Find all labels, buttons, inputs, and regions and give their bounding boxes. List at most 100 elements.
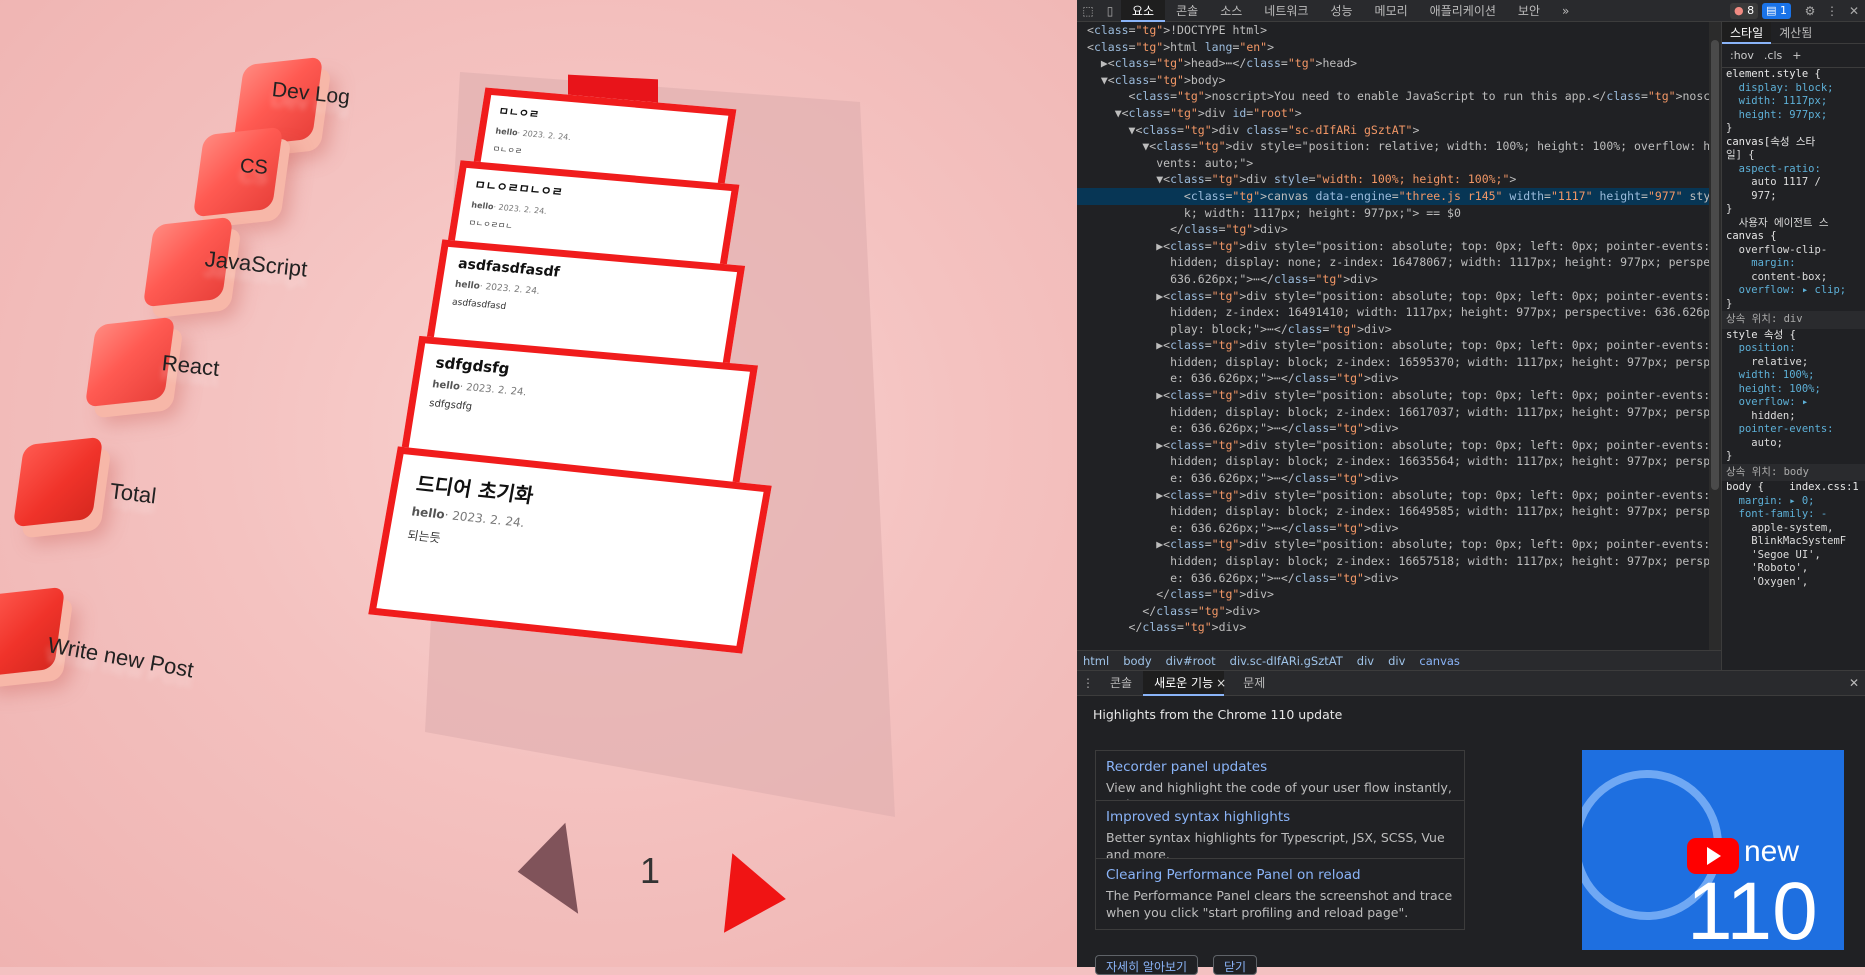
dom-tree-line[interactable]: hidden; display: block; z-index: 1665751…	[1077, 553, 1709, 570]
close-devtools-icon[interactable]: ✕	[1843, 0, 1865, 22]
dom-tree-line[interactable]: ▼<class="tg">div style="width: 100%; hei…	[1077, 171, 1709, 188]
device-toolbar-icon[interactable]: ▯	[1099, 0, 1121, 22]
style-rule-line: }	[1726, 203, 1733, 215]
breadcrumb-item[interactable]: div	[1357, 654, 1374, 668]
dom-tree-line[interactable]: e: 636.626px;">⋯</class="tg">div>	[1077, 370, 1709, 387]
feature-card[interactable]: Clearing Performance Panel on reload The …	[1095, 858, 1465, 930]
dom-tree-line[interactable]: e: 636.626px;">⋯</class="tg">div>	[1077, 420, 1709, 437]
menu-cube-5[interactable]	[0, 586, 66, 678]
chrome-110-promo-video[interactable]: new 110	[1582, 750, 1844, 950]
styles-tab-0[interactable]: 스타일	[1722, 22, 1772, 44]
dom-tree-line[interactable]: ▼<class="tg">div style="position: relati…	[1077, 138, 1709, 155]
elements-scroll-thumb[interactable]	[1711, 40, 1719, 490]
tab-4[interactable]: 성능	[1319, 0, 1363, 22]
dom-tree-line[interactable]: <class="tg">noscript>You need to enable …	[1077, 88, 1709, 105]
tab-3[interactable]: 네트워크	[1253, 0, 1319, 22]
learn-more-button[interactable]: 자세히 알아보기	[1095, 955, 1199, 975]
feature-title[interactable]: Recorder panel updates	[1106, 759, 1454, 775]
more-tabs-button[interactable]: »	[1551, 0, 1580, 22]
feature-title[interactable]: Improved syntax highlights	[1106, 809, 1454, 825]
style-rule-line: }	[1726, 297, 1733, 310]
close-button[interactable]: 닫기	[1213, 955, 1258, 975]
tab-2[interactable]: 소스	[1209, 0, 1253, 22]
styles-tab-1[interactable]: 계산됨	[1771, 22, 1820, 44]
three-canvas-scene[interactable]: Dev Log CS JavaScript React Total Write new P…	[0, 0, 1077, 967]
dom-tree-line[interactable]: ▼<class="tg">body>	[1077, 72, 1709, 89]
breadcrumb-item[interactable]: div#root	[1166, 654, 1216, 668]
feature-title[interactable]: Clearing Performance Panel on reload	[1106, 867, 1454, 883]
dom-tree-line[interactable]: ▶<class="tg">head>⋯</class="tg">head>	[1077, 55, 1709, 72]
dom-tree-line[interactable]: play: block;">⋯</class="tg">div>	[1077, 321, 1709, 338]
breadcrumb-item[interactable]: body	[1123, 654, 1151, 668]
drawer-tab-1[interactable]: 새로운 기능	[1143, 670, 1225, 696]
style-rule-line: body { index.css:1	[1726, 481, 1859, 493]
breadcrumb: html body div#root div.sc-dIfARi.gSztAT div d…	[1077, 650, 1721, 670]
message-count-badge[interactable]: ▤ 1	[1762, 2, 1791, 19]
menu-label-1[interactable]: CS	[239, 155, 268, 180]
menu-label-3[interactable]: React	[161, 350, 221, 382]
next-page-arrow-icon[interactable]	[723, 853, 791, 939]
dom-tree-line[interactable]: e: 636.626px;">⋯</class="tg">div>	[1077, 520, 1709, 537]
styles-filter-button[interactable]: .cls	[1764, 49, 1782, 62]
breadcrumb-item[interactable]: html	[1083, 654, 1109, 668]
dom-tree-line[interactable]: <class="tg">canvas data-engine="three.js…	[1077, 187, 1709, 205]
menu-label-4[interactable]: Total	[108, 478, 158, 509]
dom-tree-line[interactable]: e: 636.626px;">⋯</class="tg">div>	[1077, 470, 1709, 487]
style-rule-line: 상속 위치: div	[1722, 311, 1865, 329]
elements-dom-tree[interactable]: <class="tg">!DOCTYPE html> <class="tg">ht…	[1077, 22, 1709, 650]
dom-tree-line[interactable]: hidden; display: block; z-index: 1663556…	[1077, 453, 1709, 470]
dom-tree-line[interactable]: ▶<class="tg">div style="position: absolu…	[1077, 387, 1709, 404]
dom-tree-line[interactable]: e: 636.626px;">⋯</class="tg">div>	[1077, 570, 1709, 587]
dom-tree-line[interactable]: ▶<class="tg">div style="position: absolu…	[1077, 437, 1709, 454]
dom-tree-line[interactable]: ▼<class="tg">div class="sc-dIfARi gSztAT…	[1077, 122, 1709, 139]
style-rule-line: content-box;	[1726, 270, 1828, 283]
drawer-tab-0[interactable]: 콘솔	[1099, 671, 1143, 696]
breadcrumb-item[interactable]: canvas	[1419, 654, 1460, 668]
dom-tree-line[interactable]: hidden; display: block; z-index: 1664958…	[1077, 503, 1709, 520]
tab-1[interactable]: 콘솔	[1165, 0, 1209, 22]
menu-cube-1[interactable]	[192, 126, 284, 218]
menu-label-5[interactable]: Write new Post	[46, 632, 196, 683]
style-rule-line: 'Roboto',	[1726, 562, 1809, 574]
styles-filter-button[interactable]: :hov	[1730, 49, 1754, 62]
breadcrumb-item[interactable]: div	[1388, 654, 1405, 668]
dom-tree-line[interactable]: vents: auto;">	[1077, 155, 1709, 172]
styles-filter-button[interactable]: +	[1792, 49, 1801, 62]
prev-page-arrow-icon[interactable]	[511, 822, 579, 922]
tab-6[interactable]: 애플리케이션	[1419, 0, 1507, 22]
dom-tree-line[interactable]: hidden; display: none; z-index: 16478067…	[1077, 254, 1709, 271]
post-date: · 2023. 2. 24.	[492, 202, 548, 217]
close-drawer-icon[interactable]: ✕	[1849, 676, 1865, 690]
dom-tree-line[interactable]: </class="tg">div>	[1077, 619, 1709, 636]
dom-tree-line[interactable]: <class="tg">html lang="en">	[1077, 39, 1709, 56]
more-options-icon[interactable]: ⋮	[1821, 0, 1843, 22]
dom-tree-line[interactable]: hidden; display: block; z-index: 1661703…	[1077, 404, 1709, 421]
dom-tree-line[interactable]: <class="tg">!DOCTYPE html>	[1077, 22, 1709, 39]
dom-tree-line[interactable]: hidden; display: block; z-index: 1659537…	[1077, 354, 1709, 371]
tab-0[interactable]: 요소	[1121, 0, 1166, 22]
dom-tree-line[interactable]: </class="tg">div>	[1077, 603, 1709, 620]
settings-gear-icon[interactable]: ⚙	[1799, 0, 1821, 22]
dom-tree-line[interactable]: ▶<class="tg">div style="position: absolu…	[1077, 288, 1709, 305]
tab-7[interactable]: 보안	[1507, 0, 1551, 22]
inspect-element-icon[interactable]: ⬚	[1077, 0, 1099, 22]
breadcrumb-item[interactable]: div.sc-dIfARi.gSztAT	[1230, 654, 1343, 668]
drawer-tab-2[interactable]: 문제	[1232, 671, 1276, 696]
styles-rules[interactable]: element.style { display: block; width: 1…	[1722, 68, 1865, 589]
dom-tree-line[interactable]: ▶<class="tg">div style="position: absolu…	[1077, 536, 1709, 553]
dom-tree-line[interactable]: ▶<class="tg">div style="position: absolu…	[1077, 487, 1709, 504]
menu-cube-4[interactable]	[12, 436, 104, 528]
dom-tree-line[interactable]: ▶<class="tg">div style="position: absolu…	[1077, 337, 1709, 354]
dom-tree-line[interactable]: 636.626px;">⋯</class="tg">div>	[1077, 271, 1709, 288]
drawer-menu-icon[interactable]: ⋮	[1077, 672, 1099, 694]
dom-tree-line[interactable]: hidden; z-index: 16491410; width: 1117px…	[1077, 304, 1709, 321]
dom-tree-line[interactable]: </class="tg">div>	[1077, 221, 1709, 238]
dom-tree-line[interactable]: </class="tg">div>	[1077, 586, 1709, 603]
tab-5[interactable]: 메모리	[1364, 0, 1419, 22]
style-rule-line: overflow: ▸	[1726, 396, 1809, 408]
dom-tree-line[interactable]: ▶<class="tg">div style="position: absolu…	[1077, 238, 1709, 255]
dom-tree-line[interactable]: ▼<class="tg">div id="root">	[1077, 105, 1709, 122]
dom-tree-line[interactable]: k; width: 1117px; height: 977px;"> == $0	[1077, 205, 1709, 222]
close-tab-icon[interactable]: ×	[1216, 671, 1226, 696]
error-count-badge[interactable]: ● 8	[1730, 2, 1759, 19]
